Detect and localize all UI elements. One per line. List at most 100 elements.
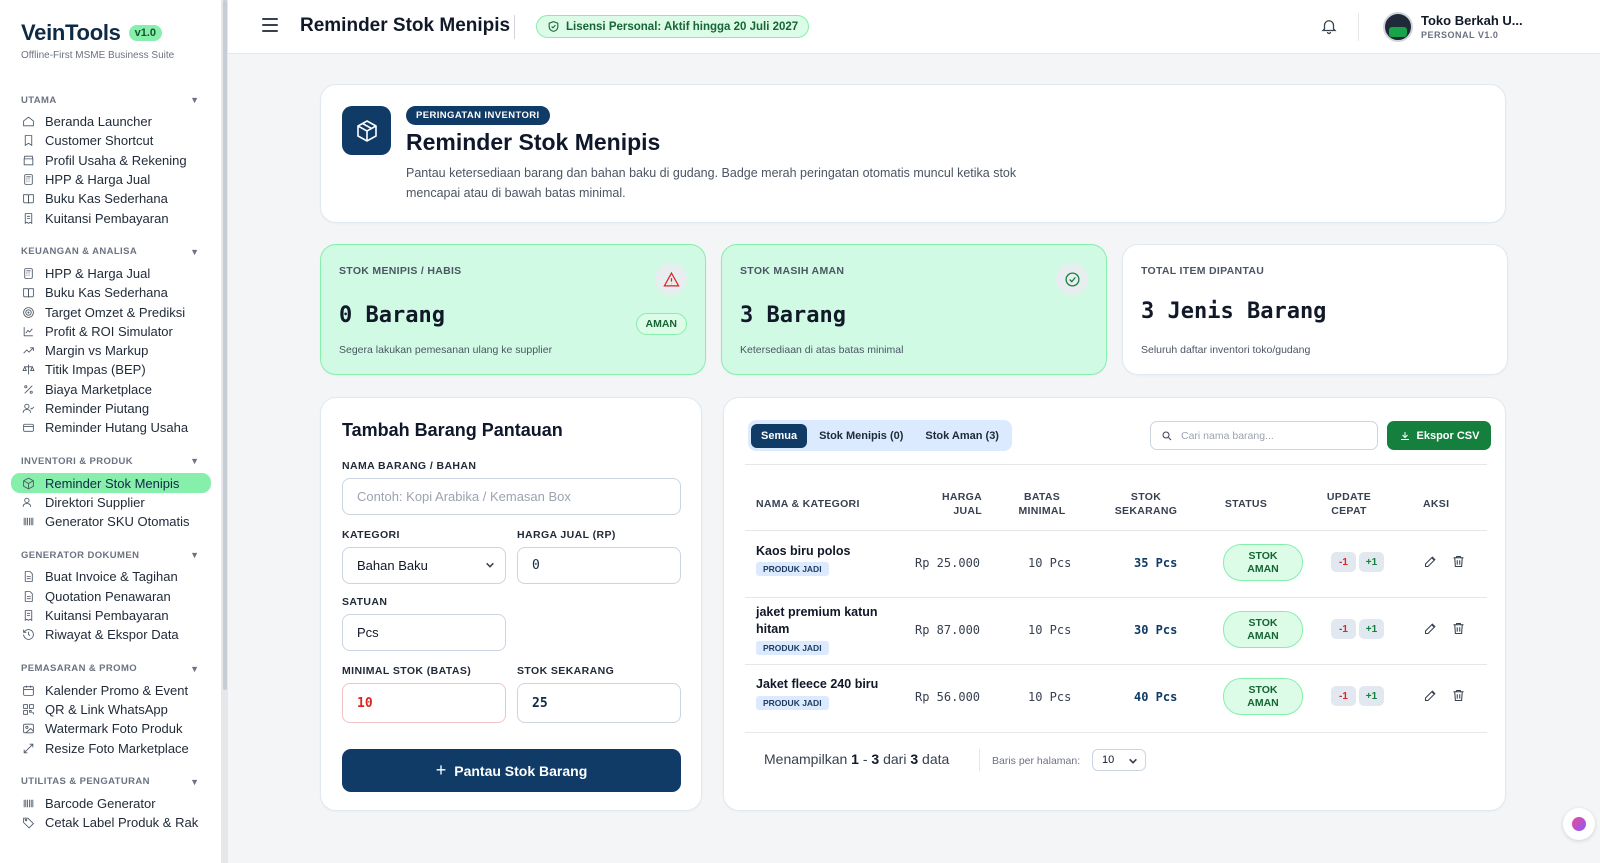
sidebar-item[interactable]: Target Omzet & Prediksi [21, 302, 221, 321]
hero-description: Pantau ketersediaan barang dan bahan bak… [406, 166, 1017, 200]
sidebar-item[interactable]: Reminder Hutang Usaha [21, 418, 221, 437]
sidebar-item-label: Direktori Supplier [45, 494, 145, 510]
chevron-down-icon [1129, 758, 1137, 764]
submit-button[interactable]: + Pantau Stok Barang [342, 749, 681, 792]
decrement-button[interactable]: -1 [1331, 619, 1356, 639]
current-stock-input[interactable]: 25 [517, 683, 681, 723]
brand-name: VeinTools [21, 20, 121, 45]
trash-icon[interactable] [1451, 554, 1467, 570]
nav-section-header[interactable]: UTILITAS & PENGATURAN ▼ [21, 772, 221, 792]
sidebar-item[interactable]: Margin vs Markup [21, 341, 221, 360]
sidebar-item[interactable]: Buku Kas Sederhana [21, 283, 221, 302]
sidebar-item[interactable]: HPP & Harga Jual [21, 264, 221, 283]
sidebar-item[interactable]: Quotation Penawaran [21, 587, 221, 606]
sidebar-item[interactable]: Cetak Label Produk & Rak [21, 813, 221, 832]
calculator-icon [21, 266, 35, 280]
search-input[interactable]: Cari nama barang... [1150, 421, 1378, 450]
version-badge: v1.0 [128, 25, 162, 41]
col-header-stock: STOK SEKARANG [1114, 491, 1178, 517]
nav-section-header[interactable]: INVENTORI & PRODUK ▼ [21, 451, 221, 471]
bell-icon[interactable] [1320, 16, 1338, 41]
sidebar-item[interactable]: Profit & ROI Simulator [21, 322, 221, 341]
stat-card-safe-stock: STOK MASIH AMAN 3 Barang Ketersediaan di… [721, 244, 1107, 375]
sidebar-item[interactable]: Barcode Generator [21, 794, 221, 813]
edit-icon[interactable] [1423, 554, 1439, 570]
check-circle-icon [1056, 263, 1088, 295]
tab-safe-stock[interactable]: Stok Aman (3) [915, 424, 1009, 448]
nav-section-header[interactable]: PEMASARAN & PROMO ▼ [21, 659, 221, 679]
min-stock-input[interactable]: 10 [342, 683, 506, 723]
receipt-icon [21, 211, 35, 225]
sidebar-item[interactable]: Kuitansi Pembayaran [21, 208, 221, 227]
user-name[interactable]: Toko Berkah U... [1421, 13, 1523, 28]
assistant-button[interactable] [1563, 808, 1595, 840]
item-name: Kaos biru polos [756, 544, 851, 558]
menu-icon[interactable] [262, 18, 278, 32]
sidebar-item-label: Buku Kas Sederhana [45, 285, 168, 301]
caret-down-icon: ▼ [190, 246, 199, 257]
stat-note: Seluruh daftar inventori toko/gudang [1141, 344, 1311, 356]
sidebar-item[interactable]: Buku Kas Sederhana [21, 189, 221, 208]
nav-section-title: PEMASARAN & PROMO [21, 663, 138, 675]
tab-all[interactable]: Semua [751, 423, 808, 448]
nav-section-header[interactable]: GENERATOR DOKUMEN ▼ [21, 545, 221, 565]
sidebar-item[interactable]: Reminder Stok Menipis [11, 473, 211, 493]
sidebar-scrollbar-thumb[interactable] [223, 0, 227, 690]
price-input[interactable]: 0 [517, 547, 681, 584]
sidebar-item[interactable]: Riwayat & Ekspor Data [21, 625, 221, 644]
nav-section-title: UTAMA [21, 94, 57, 106]
sidebar-item[interactable]: Generator SKU Otomatis [21, 512, 221, 531]
license-text: Lisensi Personal: Aktif hingga 20 Juli 2… [566, 20, 799, 33]
sidebar-item[interactable]: Resize Foto Marketplace [21, 738, 221, 757]
export-csv-button[interactable]: Ekspor CSV [1387, 421, 1491, 450]
nav-section-header[interactable]: KEUANGAN & ANALISA ▼ [21, 242, 221, 262]
scale-icon [21, 363, 35, 377]
caret-down-icon: ▼ [190, 550, 199, 561]
sidebar-item[interactable]: Beranda Launcher [21, 112, 221, 131]
unit-input[interactable]: Pcs [342, 614, 506, 651]
edit-icon[interactable] [1423, 621, 1439, 637]
increment-button[interactable]: +1 [1359, 686, 1384, 706]
sidebar-item[interactable]: Watermark Foto Produk [21, 719, 221, 738]
rows-per-page-label: Baris per halaman: [992, 755, 1081, 767]
rows-per-page-select[interactable]: 10 [1092, 749, 1146, 771]
sidebar-item[interactable]: Reminder Piutang [21, 399, 221, 418]
avatar[interactable] [1383, 12, 1413, 42]
category-select[interactable]: Bahan Baku [342, 547, 506, 584]
name-input[interactable]: Contoh: Kopi Arabika / Kemasan Box [342, 478, 681, 515]
sidebar-item[interactable]: Kalender Promo & Event [21, 681, 221, 700]
receipt-icon [21, 609, 35, 623]
sidebar-item[interactable]: Buat Invoice & Tagihan [21, 567, 221, 586]
item-current-stock: 40 Pcs [1134, 690, 1178, 704]
sidebar-item[interactable]: Titik Impas (BEP) [21, 360, 221, 379]
sidebar-item[interactable]: HPP & Harga Jual [21, 170, 221, 189]
page-title: Reminder Stok Menipis [300, 15, 511, 36]
trash-icon[interactable] [1451, 688, 1467, 704]
file-text-icon [21, 589, 35, 603]
sidebar-item-label: Barcode Generator [45, 795, 156, 811]
sidebar-item-label: Reminder Stok Menipis [45, 475, 180, 491]
stat-card-total: TOTAL ITEM DIPANTAU 3 Jenis Barang Selur… [1122, 244, 1508, 375]
nav-section-title: GENERATOR DOKUMEN [21, 549, 140, 561]
decrement-button[interactable]: -1 [1331, 686, 1356, 706]
sidebar-item[interactable]: Customer Shortcut [21, 131, 221, 150]
edit-icon[interactable] [1423, 688, 1439, 704]
sidebar-item[interactable]: QR & Link WhatsApp [21, 700, 221, 719]
pagination-summary: Menampilkan 1 - 3 dari 3 data [764, 751, 950, 767]
submit-label: Pantau Stok Barang [454, 762, 588, 779]
form-title: Tambah Barang Pantauan [342, 420, 563, 440]
trash-icon[interactable] [1451, 621, 1467, 637]
nav-section-header[interactable]: UTAMA ▼ [21, 90, 221, 110]
increment-button[interactable]: +1 [1359, 552, 1384, 572]
book-icon [21, 192, 35, 206]
nav-section: UTILITAS & PENGATURAN ▼ Barcode Generator C… [0, 772, 221, 833]
tab-low-stock[interactable]: Stok Menipis (0) [809, 424, 913, 448]
sidebar-item[interactable]: Kuitansi Pembayaran [21, 606, 221, 625]
sidebar-item[interactable]: Direktori Supplier [21, 493, 221, 512]
hero-card: PERINGATAN INVENTORI Reminder Stok Menip… [320, 84, 1506, 223]
category-label: KATEGORI [342, 529, 400, 541]
sidebar-item[interactable]: Profil Usaha & Rekening [21, 151, 221, 170]
sidebar-item[interactable]: Biaya Marketplace [21, 380, 221, 399]
decrement-button[interactable]: -1 [1331, 552, 1356, 572]
increment-button[interactable]: +1 [1359, 619, 1384, 639]
